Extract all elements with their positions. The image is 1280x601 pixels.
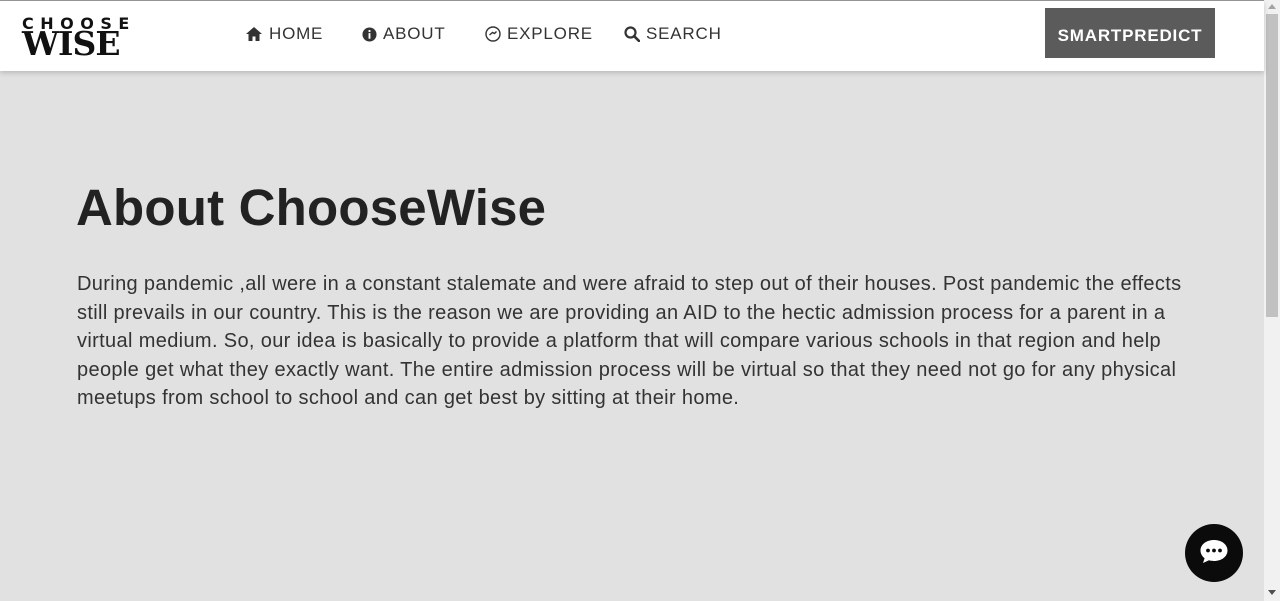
compass-icon xyxy=(485,26,501,42)
page-title: About ChooseWise xyxy=(76,179,547,236)
nav-about-label: ABOUT xyxy=(383,24,446,43)
nav-home-label: HOME xyxy=(269,24,324,43)
logo-bottom-text: WISE xyxy=(22,24,120,63)
chat-widget-button[interactable] xyxy=(1185,524,1243,582)
info-icon xyxy=(362,26,377,42)
navbar: CHOOSE WISE HOME ABOUT EXPLORE SEARCH SM… xyxy=(0,1,1264,71)
scrollbar-thumb[interactable] xyxy=(1266,14,1278,317)
nav-search[interactable]: SEARCH xyxy=(624,23,722,45)
smartpredict-button[interactable]: SMARTPREDICT xyxy=(1045,8,1215,58)
nav-explore-label: EXPLORE xyxy=(507,24,593,43)
scroll-down-arrow-icon[interactable] xyxy=(1268,590,1276,595)
nav-explore[interactable]: EXPLORE xyxy=(485,23,593,45)
vertical-scrollbar[interactable] xyxy=(1264,0,1280,601)
nav-about[interactable]: ABOUT xyxy=(362,23,446,45)
search-icon xyxy=(624,26,640,42)
scroll-up-arrow-icon[interactable] xyxy=(1268,4,1276,9)
chat-bubble-icon xyxy=(1199,538,1229,569)
about-paragraph: During pandemic ,all were in a constant … xyxy=(77,273,1182,410)
nav-search-label: SEARCH xyxy=(646,24,722,43)
home-icon xyxy=(245,26,263,42)
nav-home[interactable]: HOME xyxy=(245,23,323,45)
brand-logo[interactable]: CHOOSE WISE xyxy=(22,15,192,63)
